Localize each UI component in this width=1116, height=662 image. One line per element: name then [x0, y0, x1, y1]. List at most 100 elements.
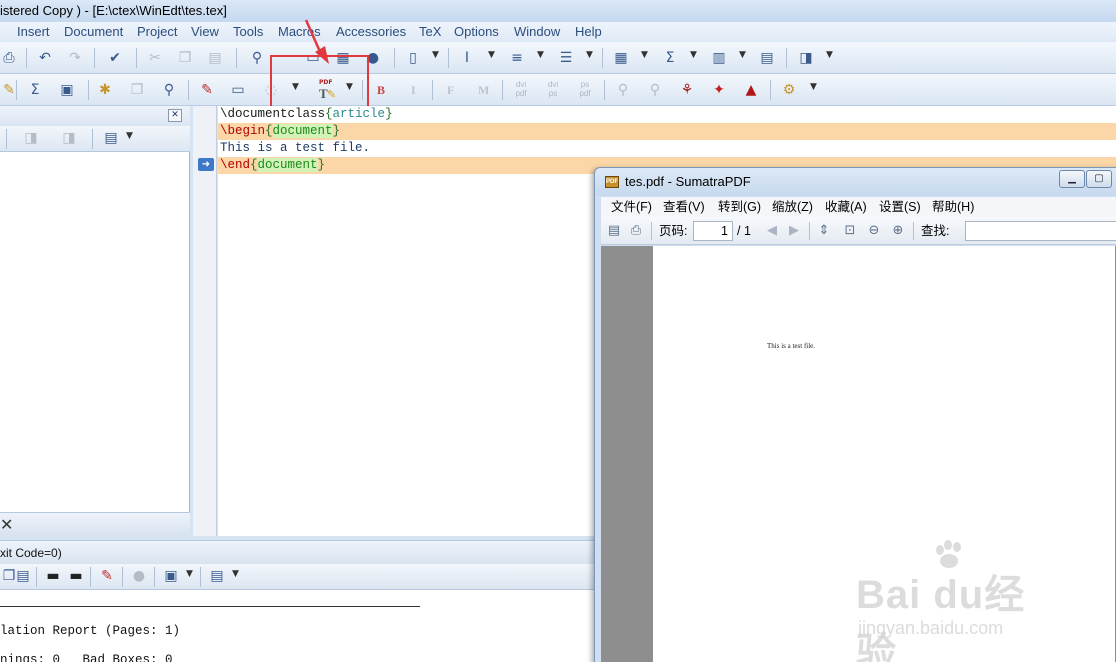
indent-icon[interactable]: ≡ — [508, 50, 526, 66]
close-icon[interactable]: ✕ — [168, 109, 182, 122]
toolbar-separator — [448, 48, 449, 68]
fit-width-icon[interactable]: ⊡ — [841, 223, 859, 239]
dvi-binoculars-icon[interactable]: ⚲ — [646, 82, 664, 98]
search-icon[interactable]: ⚲ — [160, 82, 178, 98]
pdf-page-text: This is a test file. — [767, 342, 816, 350]
pdf-tool-icon[interactable]: ⚘ — [678, 82, 696, 98]
previous-page-icon[interactable]: ◀ — [763, 223, 781, 239]
italic-button[interactable]: I — [411, 83, 416, 98]
chevron-down-icon[interactable]: ▼ — [739, 50, 746, 60]
bold-button[interactable]: B — [377, 83, 385, 98]
font-f-button[interactable]: F — [447, 83, 454, 98]
code-line[interactable]: \documentclass{article} — [218, 106, 1116, 123]
font-m-button[interactable]: M — [478, 83, 489, 98]
menu-help[interactable]: 帮助(H) — [932, 197, 974, 217]
close-icon[interactable]: ✕ — [0, 515, 13, 534]
paste-icon[interactable]: ▤ — [206, 50, 224, 66]
menu-options[interactable]: Options — [454, 22, 499, 42]
compile-icon[interactable]: ✎ — [98, 568, 116, 584]
chevron-down-icon[interactable]: ▼ — [232, 569, 239, 579]
export-icon[interactable]: ◨ — [60, 130, 78, 146]
chevron-down-icon[interactable]: ▼ — [186, 569, 193, 579]
menu-window[interactable]: Window — [514, 22, 560, 42]
pdf-export-icon[interactable]: ▲ — [742, 82, 760, 98]
preview-window-icon[interactable]: ▭ — [229, 82, 247, 98]
adobe-pdf-icon[interactable]: ✦ — [710, 82, 728, 98]
book-icon[interactable]: ▥ — [710, 50, 728, 66]
print-icon[interactable]: ⎙ — [0, 50, 18, 66]
page-number-input[interactable] — [693, 221, 733, 241]
window-edit-icon[interactable]: ▣ — [58, 82, 76, 98]
open-folder-icon[interactable]: ◨ — [22, 130, 40, 146]
fit-page-icon[interactable]: ⇕ — [815, 223, 833, 239]
menu-tools[interactable]: Tools — [233, 22, 263, 42]
menu-accessories[interactable]: Accessories — [336, 22, 406, 42]
document-list-icon[interactable]: ▤ — [758, 50, 776, 66]
toolbar-separator — [90, 567, 91, 587]
next-page-icon[interactable]: ▶ — [785, 223, 803, 239]
redo-icon[interactable]: ↷ — [66, 50, 84, 66]
dvi-pdf-button[interactable]: dvi pdf — [511, 80, 531, 98]
table-icon[interactable]: ▦ — [612, 50, 630, 66]
code-line[interactable]: \begin{document} — [218, 123, 1116, 140]
menu-file[interactable]: 文件(F) — [611, 197, 652, 217]
console-header: xit Code=0) — [0, 540, 600, 564]
tree-icon[interactable]: ✱ — [96, 82, 114, 98]
minimize-button[interactable]: ▁ — [1059, 170, 1085, 188]
chevron-down-icon[interactable]: ▼ — [586, 50, 593, 60]
print-icon[interactable]: ⎙ — [627, 223, 645, 239]
zoom-in-icon[interactable]: ⊕ — [889, 223, 907, 239]
chevron-down-icon[interactable]: ▼ — [690, 50, 697, 60]
zoom-out-icon[interactable]: ⊖ — [865, 223, 883, 239]
chevron-down-icon[interactable]: ▼ — [432, 50, 439, 60]
undo-icon[interactable]: ↶ — [36, 50, 54, 66]
chevron-down-icon[interactable]: ▼ — [810, 82, 817, 92]
toolbar-separator — [432, 80, 433, 100]
italic-cursor-icon[interactable]: I — [458, 50, 476, 66]
sigma-icon[interactable]: Σ — [661, 50, 679, 66]
folder-icon[interactable]: ◨ — [797, 50, 815, 66]
settings-icon[interactable]: ⚙ — [780, 82, 798, 98]
toolbar-separator — [88, 80, 89, 100]
menu-view[interactable]: View — [191, 22, 219, 42]
chevron-down-icon[interactable]: ▼ — [126, 131, 133, 141]
menu-document[interactable]: Document — [64, 22, 123, 42]
dvi-ps-button[interactable]: dvi ps — [543, 80, 563, 98]
paste-icon[interactable]: ▤ — [14, 568, 32, 584]
code-line[interactable]: This is a test file. — [218, 140, 1116, 157]
find-binoculars-icon[interactable]: ⚲ — [248, 50, 266, 66]
options-icon[interactable]: ▤ — [102, 130, 120, 146]
menu-zoom[interactable]: 缩放(Z) — [772, 197, 813, 217]
find-input[interactable] — [965, 221, 1116, 241]
new-document-icon[interactable]: ▯ — [404, 50, 422, 66]
menu-help[interactable]: Help — [575, 22, 602, 42]
window-edit-icon[interactable]: ▣ — [162, 568, 180, 584]
spellcheck-icon[interactable]: ✔ — [106, 50, 124, 66]
menu-view[interactable]: 查看(V) — [663, 197, 705, 217]
maximize-button[interactable]: ▢ — [1086, 170, 1112, 188]
dvi-search-icon[interactable]: ⚲ — [614, 82, 632, 98]
sigma-box-icon[interactable]: Σ — [26, 82, 44, 98]
command-prompt-icon[interactable]: ▬ — [67, 568, 85, 584]
stop-icon[interactable]: ● — [130, 568, 148, 584]
menu-goto[interactable]: 转到(G) — [718, 197, 761, 217]
cut-icon[interactable]: ✂ — [146, 50, 164, 66]
list-icon[interactable]: ☰ — [557, 50, 575, 66]
options-icon[interactable]: ▤ — [208, 568, 226, 584]
chevron-down-icon[interactable]: ▼ — [537, 50, 544, 60]
menu-project[interactable]: Project — [137, 22, 177, 42]
toolbar-separator — [26, 48, 27, 68]
menu-favorites[interactable]: 收藏(A) — [825, 197, 867, 217]
console-window-icon[interactable]: ▬ — [44, 568, 62, 584]
merge-icon[interactable]: ❐ — [128, 82, 146, 98]
ps-pdf-button[interactable]: ps pdf — [575, 80, 595, 98]
chevron-down-icon[interactable]: ▼ — [641, 50, 648, 60]
copy-icon[interactable]: ❐ — [176, 50, 194, 66]
menu-settings[interactable]: 设置(S) — [879, 197, 921, 217]
open-file-icon[interactable]: ▤ — [605, 223, 623, 239]
chevron-down-icon[interactable]: ▼ — [488, 50, 495, 60]
menu-tex[interactable]: TeX — [419, 22, 441, 42]
menu-insert[interactable]: Insert — [17, 22, 50, 42]
chevron-down-icon[interactable]: ▼ — [826, 50, 833, 60]
compile-icon[interactable]: ✎ — [198, 82, 216, 98]
